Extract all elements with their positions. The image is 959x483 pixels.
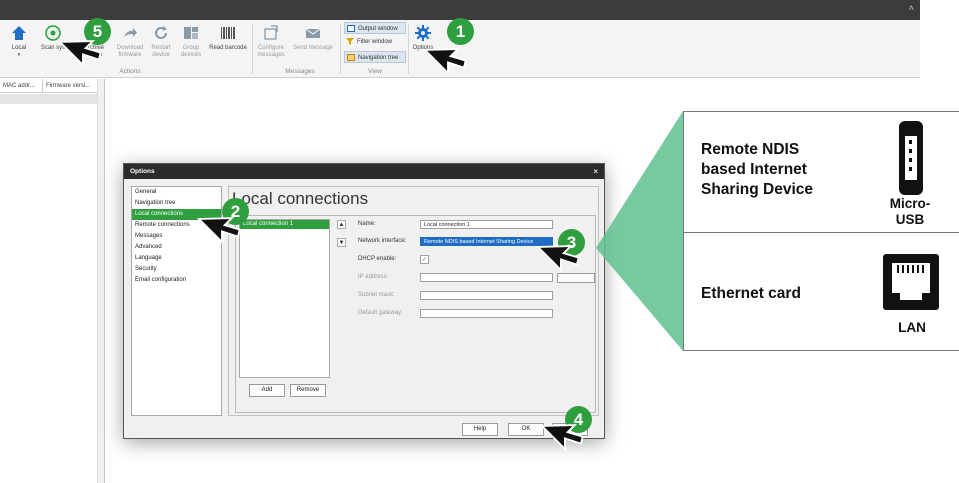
step-badge-4: 4 (565, 406, 592, 433)
ethernet-port-icon (882, 253, 940, 316)
micro-usb-label: Micro- USB (889, 196, 931, 227)
callout-panel: Remote NDIS based Internet Sharing Devic… (683, 111, 959, 351)
callout-divider (684, 232, 959, 233)
lan-label: LAN (898, 320, 926, 335)
micro-usb-icon (898, 120, 924, 201)
ndis-caption: Remote NDIS based Internet Sharing Devic… (701, 141, 813, 198)
step-badge-2: 2 (222, 198, 249, 225)
step-badge-5: 5 (84, 18, 111, 45)
ethernet-caption: Ethernet card (701, 285, 801, 302)
step-badge-3: 3 (558, 229, 585, 256)
step-badge-1: 1 (447, 18, 474, 45)
